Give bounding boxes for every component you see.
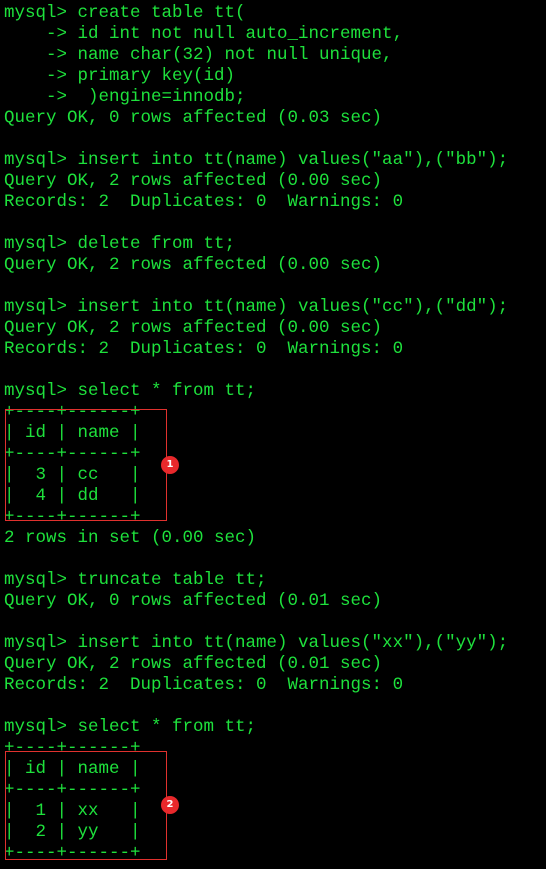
terminal-line: Query OK, 2 rows affected (0.00 sec) bbox=[4, 255, 383, 275]
terminal-line: mysql> select * from tt; bbox=[4, 717, 257, 737]
terminal-line: -> primary key(id) bbox=[4, 66, 236, 86]
annotation-box bbox=[5, 751, 167, 860]
terminal-line: mysql> create table tt( bbox=[4, 3, 246, 23]
terminal-line: -> name char(32) not null unique, bbox=[4, 45, 393, 65]
terminal-line: mysql> truncate table tt; bbox=[4, 570, 267, 590]
terminal-line: mysql> select * from tt; bbox=[4, 381, 257, 401]
terminal-line: mysql> insert into tt(name) values("cc")… bbox=[4, 297, 509, 317]
terminal-line: Query OK, 2 rows affected (0.00 sec) bbox=[4, 318, 383, 338]
terminal-line: Query OK, 0 rows affected (0.01 sec) bbox=[4, 591, 383, 611]
terminal-line: mysql> delete from tt; bbox=[4, 234, 236, 254]
annotation-box bbox=[5, 409, 167, 521]
annotation-badge: 2 bbox=[161, 796, 179, 814]
terminal-line: Query OK, 2 rows affected (0.01 sec) bbox=[4, 654, 383, 674]
terminal-line: mysql> insert into tt(name) values("aa")… bbox=[4, 150, 509, 170]
terminal-line: -> id int not null auto_increment, bbox=[4, 24, 404, 44]
terminal-line: -> )engine=innodb; bbox=[4, 87, 246, 107]
terminal-line: Records: 2 Duplicates: 0 Warnings: 0 bbox=[4, 339, 404, 359]
terminal-line: mysql> insert into tt(name) values("xx")… bbox=[4, 633, 509, 653]
terminal-line: Records: 2 Duplicates: 0 Warnings: 0 bbox=[4, 675, 404, 695]
terminal-line: Query OK, 2 rows affected (0.00 sec) bbox=[4, 171, 383, 191]
terminal-window[interactable]: mysql> create table tt( -> id int not nu… bbox=[0, 0, 546, 869]
terminal-line: Query OK, 0 rows affected (0.03 sec) bbox=[4, 108, 383, 128]
terminal-line: Records: 2 Duplicates: 0 Warnings: 0 bbox=[4, 192, 404, 212]
terminal-line: 2 rows in set (0.00 sec) bbox=[4, 528, 257, 548]
annotation-badge: 1 bbox=[161, 456, 179, 474]
